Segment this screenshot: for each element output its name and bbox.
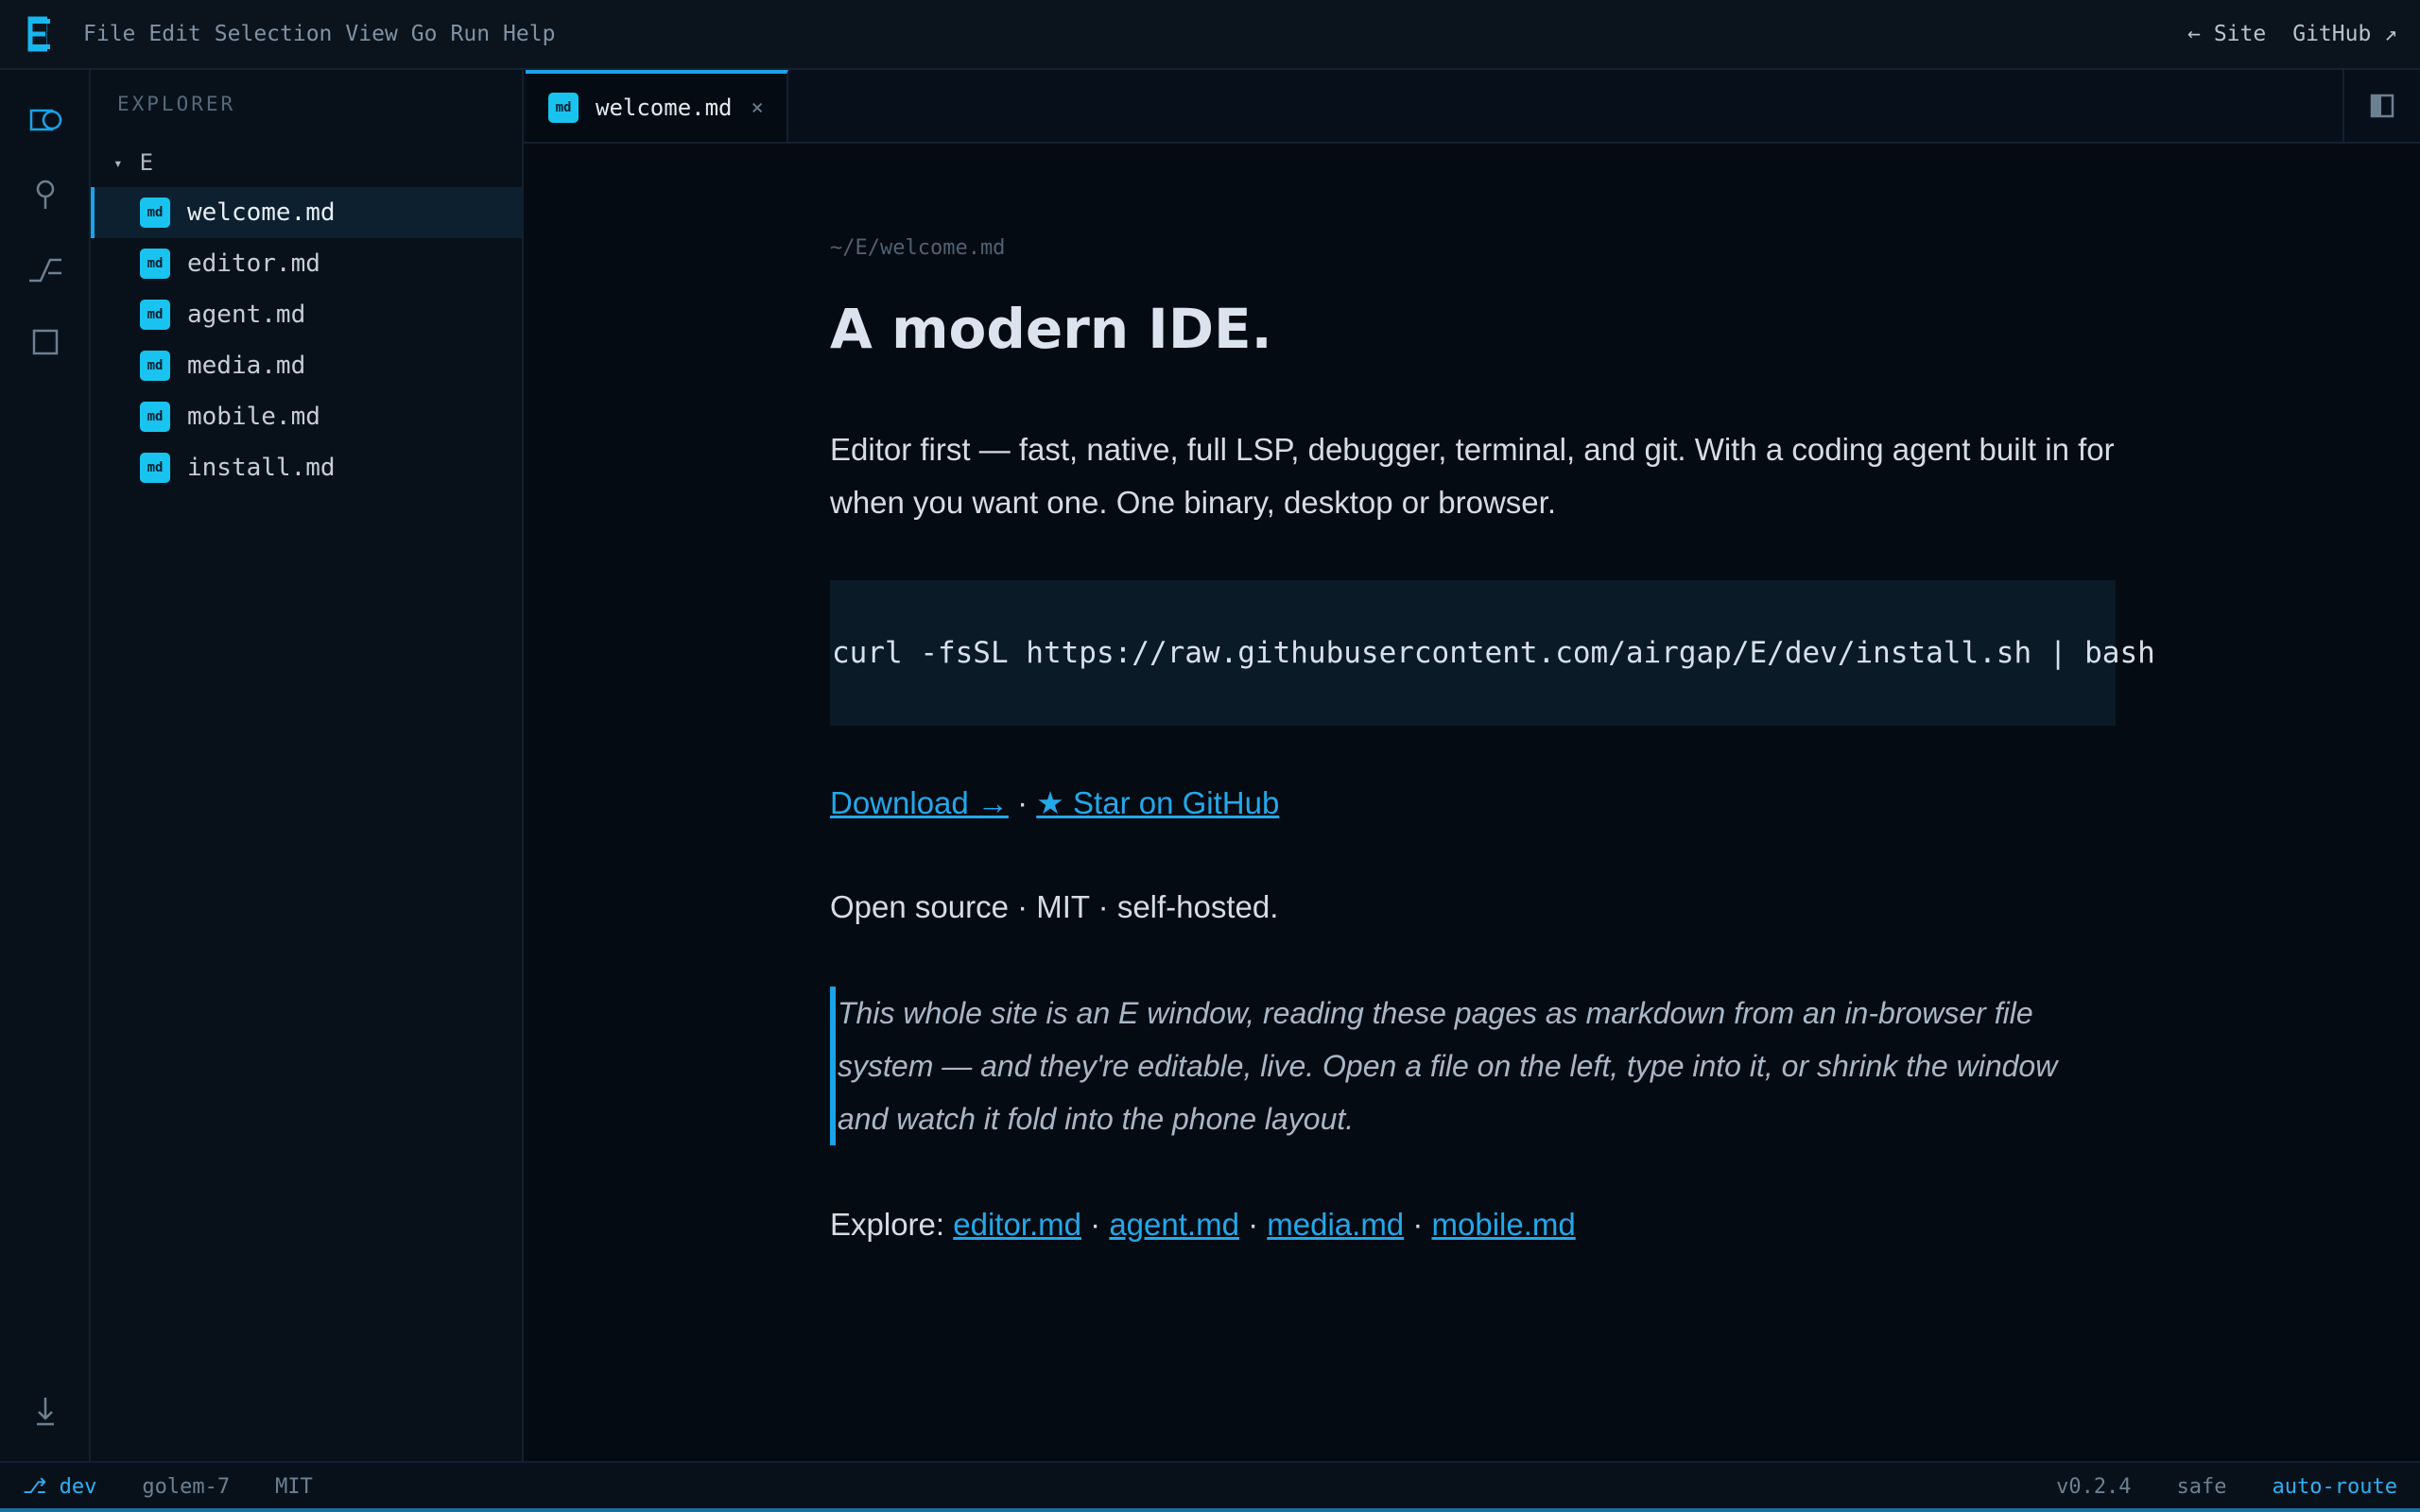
file-name: media.md	[187, 352, 306, 380]
menu-view[interactable]: View	[345, 22, 397, 46]
markdown-file-icon: md	[140, 300, 170, 330]
file-item-install[interactable]: md install.md	[91, 442, 522, 493]
menu-run[interactable]: Run	[451, 22, 491, 46]
file-name: welcome.md	[187, 198, 336, 227]
link-separator: ·	[1412, 1207, 1424, 1242]
file-item-agent[interactable]: md agent.md	[91, 289, 522, 340]
link-separator: ·	[1090, 1207, 1101, 1242]
titlebar-links: ← Site GitHub ↗	[2161, 0, 2397, 68]
status-bar: ⎇ dev golem-7 MIT v0.2.4 safe auto-route	[0, 1461, 2420, 1512]
branch-indicator[interactable]: ⎇ dev	[23, 1475, 96, 1499]
download-icon[interactable]	[26, 1391, 64, 1429]
explore-link-agent[interactable]: agent.md	[1109, 1207, 1239, 1242]
editor-area[interactable]: ~/E/welcome.md A modern IDE. Editor firs…	[524, 144, 2420, 1461]
file-item-mobile[interactable]: md mobile.md	[91, 391, 522, 442]
install-command-text: curl -fsSL https://raw.githubusercontent…	[832, 636, 2155, 670]
explorer-icon[interactable]	[26, 102, 64, 140]
status-left: ⎇ dev golem-7 MIT	[23, 1463, 358, 1510]
menu-bar: File Edit Selection View Go Run Help	[83, 0, 568, 68]
source-control-icon[interactable]	[26, 249, 64, 287]
links-line: Download → · ★ Star on GitHub	[830, 777, 2116, 830]
activity-bar	[0, 70, 91, 1461]
host-indicator[interactable]: golem-7	[142, 1475, 230, 1499]
link-separator: ·	[1017, 785, 1028, 820]
file-item-editor[interactable]: md editor.md	[91, 238, 522, 289]
markdown-file-icon: md	[140, 198, 170, 228]
blockquote: This whole site is an E window, reading …	[830, 987, 2116, 1145]
close-icon[interactable]: ×	[752, 96, 764, 120]
menu-selection[interactable]: Selection	[215, 22, 333, 46]
root-folder-label: E	[139, 149, 154, 176]
explore-link-editor[interactable]: editor.md	[953, 1207, 1081, 1242]
github-link[interactable]: GitHub ↗	[2292, 22, 2397, 46]
license-indicator: MIT	[275, 1474, 313, 1499]
tab-label: welcome.md	[596, 94, 733, 121]
caret-down-icon: ▾	[113, 153, 123, 172]
file-path: ~/E/welcome.md	[830, 236, 1006, 260]
file-item-welcome[interactable]: md welcome.md	[91, 187, 522, 238]
explore-label: Explore:	[830, 1207, 954, 1242]
app-logo-icon[interactable]	[26, 15, 55, 53]
explorer-title: EXPLORER	[117, 93, 236, 115]
file-name: editor.md	[187, 249, 320, 278]
markdown-file-icon: md	[140, 249, 170, 279]
page-title: A modern IDE.	[830, 297, 1272, 361]
explore-link-media[interactable]: media.md	[1267, 1207, 1404, 1242]
explore-link-mobile[interactable]: mobile.md	[1432, 1207, 1576, 1242]
route-indicator[interactable]: auto-route	[2273, 1475, 2397, 1499]
download-link[interactable]: Download →	[830, 785, 1009, 820]
extensions-icon[interactable]	[26, 323, 64, 361]
site-link[interactable]: ← Site	[2187, 22, 2266, 46]
markdown-file-icon: md	[140, 351, 170, 381]
file-name: mobile.md	[187, 403, 320, 431]
mode-indicator[interactable]: safe	[2177, 1475, 2227, 1499]
title-bar: File Edit Selection View Go Run Help ← S…	[0, 0, 2420, 70]
menu-edit[interactable]: Edit	[148, 22, 200, 46]
menu-help[interactable]: Help	[503, 22, 555, 46]
search-icon[interactable]	[26, 176, 64, 214]
star-github-link[interactable]: ★ Star on GitHub	[1036, 785, 1279, 820]
split-panel-icon	[2370, 94, 2394, 118]
tab-welcome[interactable]: md welcome.md ×	[526, 70, 788, 142]
status-right: v0.2.4 safe auto-route	[2011, 1463, 2397, 1510]
explore-line: Explore: editor.md · agent.md · media.md…	[830, 1198, 2116, 1251]
license-line: Open source · MIT · self-hosted.	[830, 889, 1279, 924]
tree-root-folder[interactable]: ▾ E	[113, 144, 153, 181]
menu-go[interactable]: Go	[411, 22, 438, 46]
version-indicator: v0.2.4	[2056, 1474, 2132, 1499]
file-name: install.md	[187, 454, 336, 482]
tab-bar: md welcome.md ×	[524, 70, 2420, 144]
markdown-file-icon: md	[548, 93, 579, 123]
install-command[interactable]: curl -fsSL https://raw.githubusercontent…	[830, 580, 2155, 726]
markdown-file-icon: md	[140, 453, 170, 483]
blockquote-text: This whole site is an E window, reading …	[838, 996, 2058, 1136]
menu-file[interactable]: File	[83, 22, 135, 46]
file-list: md welcome.md md editor.md md agent.md m…	[91, 187, 522, 493]
toggle-panel-button[interactable]	[2342, 70, 2420, 142]
file-item-media[interactable]: md media.md	[91, 340, 522, 391]
intro-paragraph: Editor first — fast, native, full LSP, d…	[830, 432, 2115, 520]
markdown-file-icon: md	[140, 402, 170, 432]
explorer-panel: EXPLORER ▾ E md welcome.md md editor.md …	[91, 70, 524, 1461]
link-separator: ·	[1248, 1207, 1259, 1242]
file-name: agent.md	[187, 301, 306, 329]
